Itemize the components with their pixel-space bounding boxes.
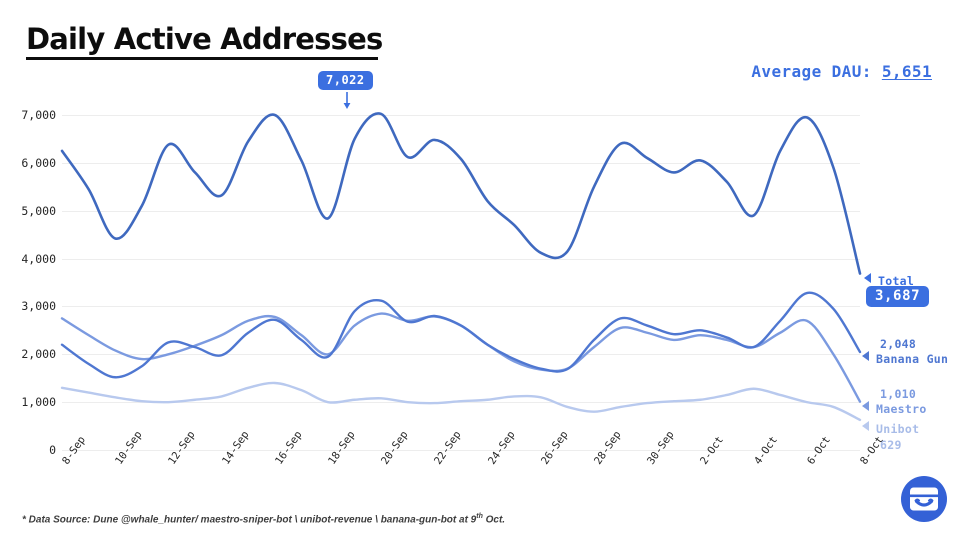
series-line-banana-gun: [60, 291, 862, 379]
legend-item-maestro[interactable]: Maestro: [862, 398, 927, 417]
legend-value-unibot-text: 629: [880, 438, 902, 452]
legend-value-total-badge: 3,687: [866, 286, 930, 307]
peak-annotation-badge: 7,022: [318, 71, 373, 90]
footnote-text-before: * Data Source: Dune @whale_hunter/ maest…: [22, 514, 477, 526]
chart-page: Daily Active Addresses Average DAU: 5,65…: [0, 0, 960, 540]
peak-annotation-arrow-icon: [343, 92, 351, 109]
footnote-text-after: Oct.: [482, 514, 506, 526]
left-triangle-icon: [862, 401, 869, 411]
chart-plot-area: 0 1,000 2,000 3,000 4,000 5,000 6,000 7,000 8-S…: [0, 0, 960, 540]
bot-face-logo: [901, 476, 947, 522]
footnote: * Data Source: Dune @whale_hunter/ maest…: [22, 513, 505, 525]
footnote-ordinal-suffix: th: [476, 513, 483, 520]
legend-item-banana-gun[interactable]: Banana Gun: [862, 348, 948, 367]
left-triangle-icon: [862, 421, 869, 431]
left-triangle-icon: [862, 351, 869, 361]
series-lines: [60, 112, 862, 422]
series-line-unibot: [60, 381, 862, 422]
series-line-total: [60, 112, 862, 275]
left-triangle-icon: [864, 273, 871, 283]
legend-label-banana-gun: Banana Gun: [876, 352, 949, 366]
legend-label-maestro: Maestro: [876, 402, 927, 416]
legend-value-unibot: 629: [880, 434, 902, 453]
